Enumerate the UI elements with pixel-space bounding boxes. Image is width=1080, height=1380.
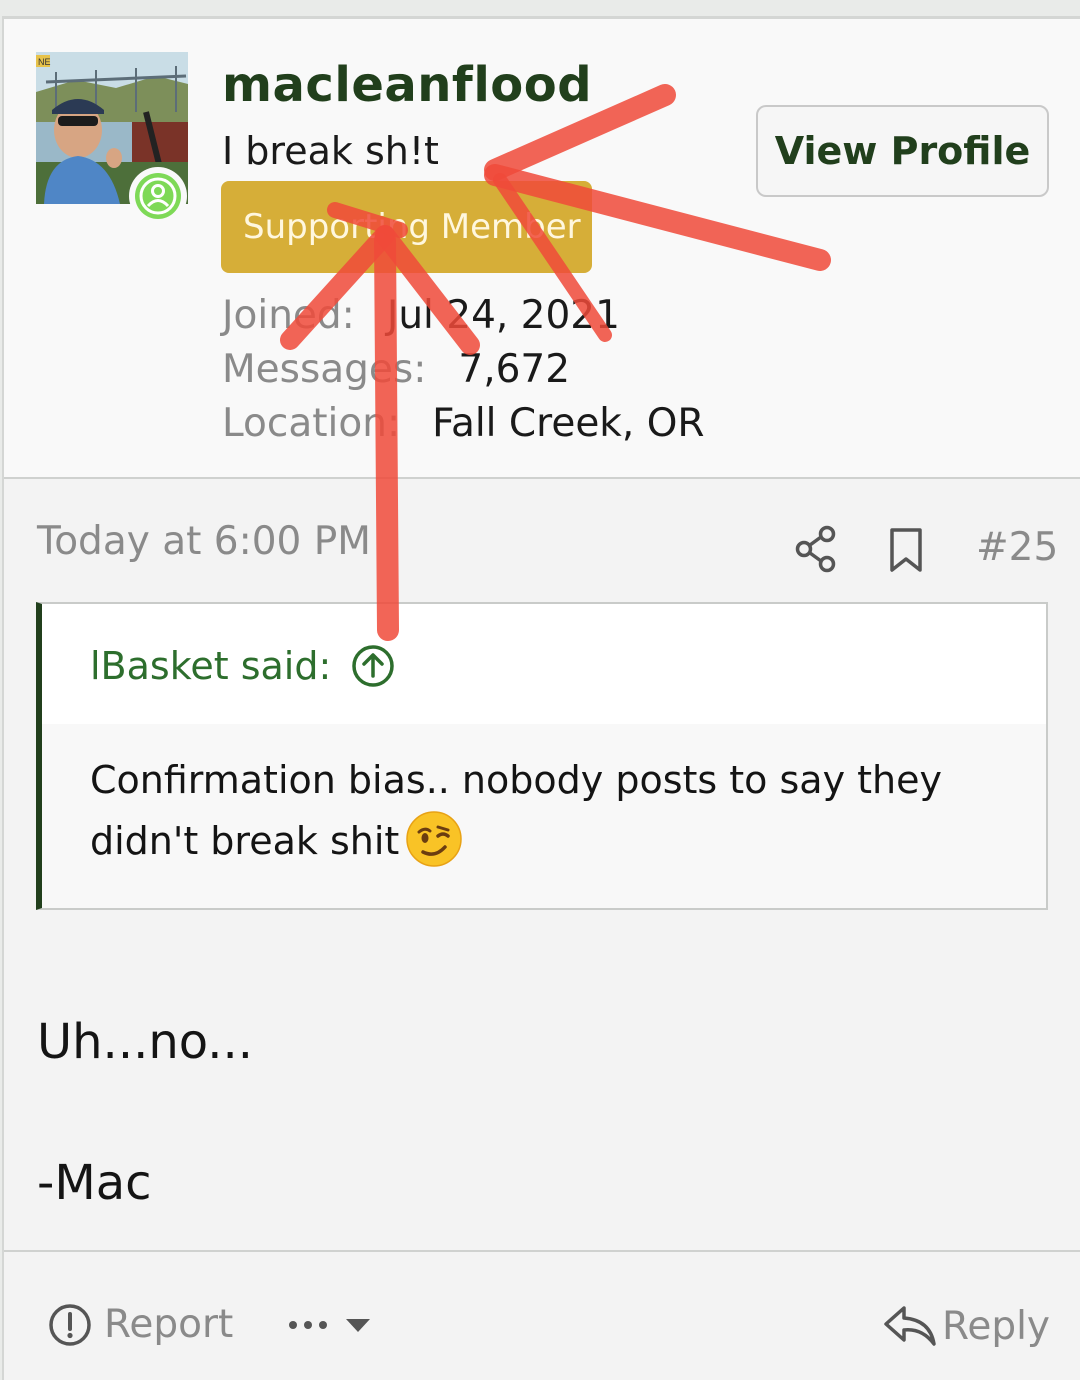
share-icon[interactable] xyxy=(794,525,838,573)
winking-face-icon xyxy=(406,811,463,867)
stat-messages: Messages: 7,672 xyxy=(222,343,704,397)
stat-location: Location: Fall Creek, OR xyxy=(222,397,704,451)
post-footer: Report Reply xyxy=(4,1250,1080,1380)
reply-button[interactable]: Reply xyxy=(882,1302,1050,1350)
quote-header: lBasket said: xyxy=(42,604,1046,724)
stat-label: Joined: xyxy=(222,293,355,338)
post-body-line: Uh...no... xyxy=(37,1014,254,1070)
user-online-icon xyxy=(135,173,181,219)
quote-block: lBasket said: Confirmation bias.. nobody… xyxy=(36,602,1048,910)
post-signature-line: -Mac xyxy=(37,1155,152,1211)
username[interactable]: macleanflood xyxy=(222,57,592,113)
avatar-sign-text: NE xyxy=(38,57,51,67)
stat-value: Fall Creek, OR xyxy=(432,401,705,446)
report-label: Report xyxy=(104,1302,234,1347)
stat-label: Location: xyxy=(222,401,401,446)
report-button[interactable]: Report xyxy=(48,1302,233,1347)
quote-text: Confirmation bias.. nobody posts to say … xyxy=(90,758,942,863)
member-badge: Supporting Member xyxy=(221,181,592,273)
ellipsis-icon xyxy=(289,1321,327,1329)
user-title: I break sh!t xyxy=(222,129,439,173)
user-stats: Joined: Jul 24, 2021 Messages: 7,672 Loc… xyxy=(222,289,704,451)
member-badge-label: Supporting Member xyxy=(243,207,581,247)
quote-text-container: Confirmation bias.. nobody posts to say … xyxy=(90,750,1010,871)
user-header: NE macleanflood I break sh!t Supporting … xyxy=(4,19,1080,479)
view-profile-button[interactable]: View Profile xyxy=(756,105,1049,197)
reply-label: Reply xyxy=(942,1303,1051,1349)
arrow-up-circle-icon[interactable] xyxy=(350,643,396,689)
stat-value: Jul 24, 2021 xyxy=(386,293,620,338)
online-status-badge xyxy=(129,167,187,225)
more-options-menu[interactable] xyxy=(286,1316,372,1334)
bookmark-icon[interactable] xyxy=(888,527,924,573)
stat-label: Messages: xyxy=(222,347,427,392)
post-timestamp[interactable]: Today at 6:00 PM xyxy=(37,519,371,564)
exclamation-circle-icon xyxy=(49,1303,91,1346)
post-card: NE macleanflood I break sh!t Supporting … xyxy=(2,16,1080,1380)
caret-down-icon xyxy=(346,1319,370,1332)
stat-joined: Joined: Jul 24, 2021 xyxy=(222,289,704,343)
quote-author[interactable]: lBasket said: xyxy=(90,644,331,688)
reply-arrow-icon xyxy=(884,1306,936,1346)
stat-value: 7,672 xyxy=(458,347,571,392)
post-number-link[interactable]: #25 xyxy=(976,525,1058,570)
